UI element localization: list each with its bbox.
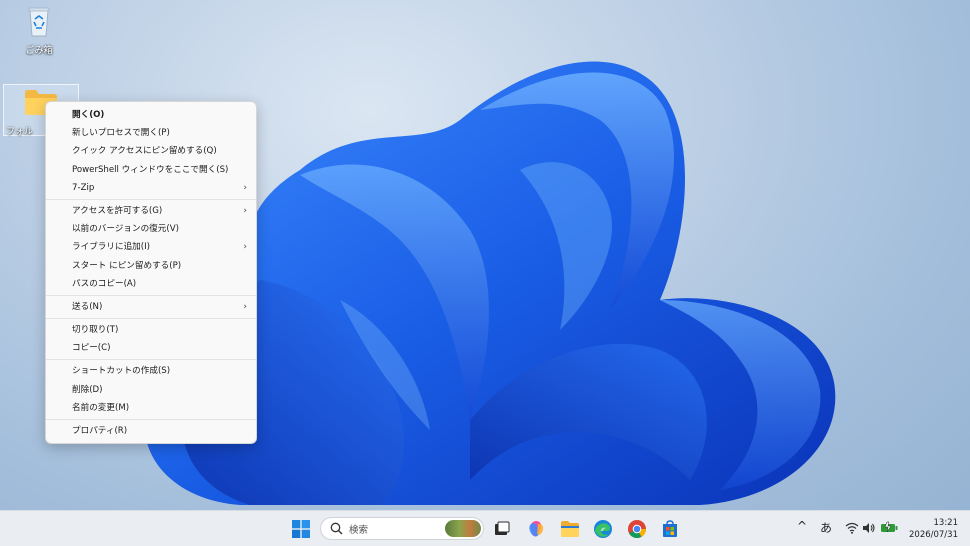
microsoft-store-icon — [663, 520, 677, 537]
context-menu-item[interactable]: 切り取り(T) — [46, 321, 256, 339]
file-explorer-button[interactable] — [558, 517, 582, 541]
context-menu-item[interactable]: アクセスを許可する(G) › — [46, 202, 256, 220]
folder-label: フォル — [6, 127, 34, 137]
context-menu-item[interactable]: 開く(O) — [46, 106, 256, 124]
menu-separator — [46, 198, 256, 200]
context-menu-item-label: 削除(D) — [72, 384, 103, 395]
taskbar: 検索 ^ あ 13:21 2026/07/31 — [0, 510, 970, 546]
taskbar-clock[interactable]: 13:21 2026/07/31 — [909, 517, 958, 541]
menu-separator — [46, 318, 256, 320]
speaker-volume-icon[interactable] — [862, 522, 876, 537]
clock-date: 2026/07/31 — [909, 530, 958, 540]
context-menu-item-label: PowerShell ウィンドウをここで開く(S) — [72, 164, 229, 175]
context-menu-item-label: 開く(O) — [72, 110, 105, 120]
context-menu-item-label: アクセスを許可する(G) — [72, 205, 163, 216]
context-menu-item[interactable]: パスのコピー(A) — [46, 275, 256, 293]
context-menu-item-label: スタート にピン留めする(P) — [72, 260, 182, 271]
desktop: ごみ箱 フォル 開く(O) 新しいプロセスで開く(P) クイック アクセスにピン留め… — [0, 0, 970, 546]
context-menu-item[interactable]: PowerShell ウィンドウをここで開く(S) — [46, 161, 256, 179]
battery-charging-icon[interactable] — [880, 521, 898, 536]
menu-separator — [46, 419, 256, 420]
context-menu-item-label: パスのコピー(A) — [72, 278, 137, 289]
edge-browser-button[interactable] — [591, 517, 615, 541]
task-view-button[interactable] — [490, 517, 514, 541]
context-menu-item-label: 名前の変更(M) — [72, 402, 130, 413]
search-placeholder: 検索 — [349, 525, 369, 536]
context-menu-item-label: ライブラリに追加(I) — [72, 242, 150, 253]
recycle-bin-desktop-icon[interactable]: ごみ箱 — [10, 4, 68, 56]
context-menu-item-label: 7-Zip — [72, 182, 95, 193]
submenu-chevron-icon: › — [243, 182, 247, 193]
context-menu-item[interactable]: ショートカットの作成(S) — [46, 362, 256, 380]
network-wifi-icon[interactable] — [845, 522, 859, 537]
chrome-browser-button[interactable] — [625, 517, 649, 541]
context-menu-item[interactable]: コピー(C) — [46, 339, 256, 357]
context-menu-item-label: 以前のバージョンの復元(V) — [72, 224, 179, 235]
recycle-bin-label: ごみ箱 — [25, 46, 53, 56]
search-highlight-badge[interactable] — [445, 520, 481, 537]
context-menu-item-label: コピー(C) — [72, 343, 111, 354]
context-menu-item[interactable]: ライブラリに追加(I) › — [46, 238, 256, 256]
recycle-bin-icon — [28, 7, 50, 37]
edge-icon — [594, 520, 612, 538]
submenu-chevron-icon: › — [243, 242, 247, 253]
context-menu-item[interactable]: 7-Zip › — [46, 179, 256, 197]
ime-mode-indicator[interactable]: あ — [820, 519, 832, 536]
context-menu-item[interactable]: 以前のバージョンの復元(V) — [46, 220, 256, 238]
context-menu-item-label: 切り取り(T) — [72, 325, 119, 336]
context-menu: 開く(O) 新しいプロセスで開く(P) クイック アクセスにピン留めする(Q) Pow… — [45, 101, 257, 444]
copilot-button[interactable] — [524, 517, 548, 541]
file-explorer-icon — [561, 521, 579, 537]
search-icon — [330, 522, 343, 535]
submenu-chevron-icon: › — [243, 205, 247, 216]
context-menu-item[interactable]: 名前の変更(M) — [46, 399, 256, 417]
start-button[interactable] — [289, 517, 313, 541]
context-menu-item-label: クイック アクセスにピン留めする(Q) — [72, 146, 217, 157]
microsoft-store-button[interactable] — [658, 517, 682, 541]
submenu-chevron-icon: › — [243, 301, 247, 312]
context-menu-item-label: プロパティ(R) — [72, 426, 128, 436]
task-view-icon — [495, 521, 510, 535]
show-hidden-icons-chevron-icon[interactable]: ^ — [797, 519, 807, 533]
context-menu-item[interactable]: プロパティ(R) — [46, 422, 256, 440]
context-menu-item[interactable]: スタート にピン留めする(P) — [46, 257, 256, 275]
context-menu-item[interactable]: クイック アクセスにピン留めする(Q) — [46, 142, 256, 160]
windows-start-icon — [292, 520, 310, 538]
chrome-icon — [628, 520, 646, 539]
context-menu-item-label: ショートカットの作成(S) — [72, 366, 171, 377]
taskbar-search-box[interactable]: 検索 — [320, 517, 484, 540]
menu-separator — [46, 294, 256, 296]
context-menu-item[interactable]: 新しいプロセスで開く(P) — [46, 124, 256, 142]
clock-time: 13:21 — [933, 518, 959, 528]
context-menu-item[interactable]: 送る(N) › — [46, 298, 256, 316]
context-menu-item[interactable]: 削除(D) — [46, 381, 256, 399]
context-menu-item-label: 新しいプロセスで開く(P) — [72, 128, 170, 139]
menu-separator — [46, 359, 256, 361]
context-menu-item-label: 送る(N) — [72, 301, 103, 312]
copilot-icon — [529, 521, 544, 537]
